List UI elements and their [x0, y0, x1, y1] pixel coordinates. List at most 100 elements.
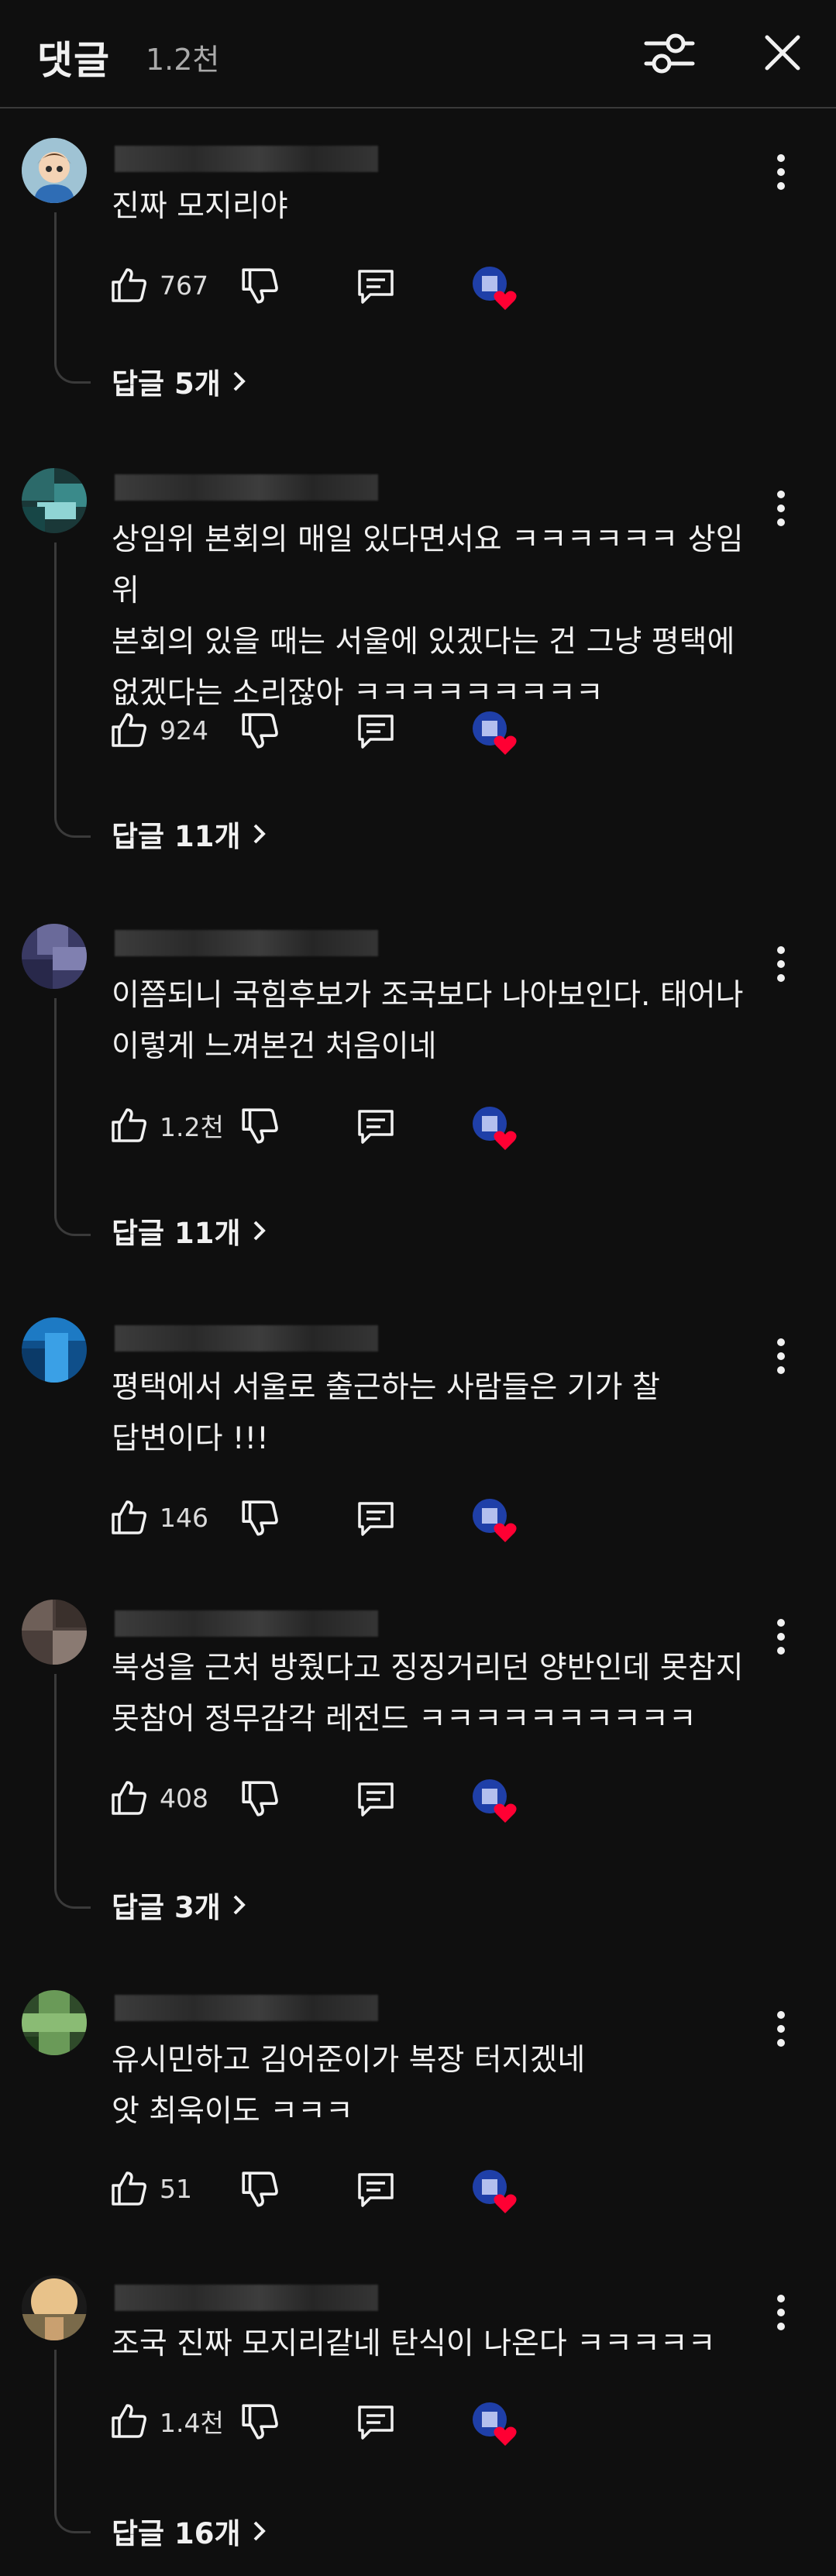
replies-label: 답글 16개: [112, 2517, 241, 2550]
like-button[interactable]: 146: [108, 1494, 208, 1541]
more-options-icon[interactable]: [772, 942, 790, 986]
close-icon[interactable]: [758, 28, 807, 77]
like-button[interactable]: 1.2천: [108, 1102, 224, 1149]
comment-text: 조국 진짜 모지리같네 탄식이 나온다 ㅋㅋㅋㅋㅋ: [112, 2326, 716, 2361]
comment-text: 상임위 본회의 매일 있다면서요 ㅋㅋㅋㅋㅋㅋ 상임위 본회의 있을 때는 서울…: [112, 522, 744, 711]
avatar[interactable]: [22, 468, 87, 533]
creator-heart-icon: [471, 1778, 521, 1824]
creator-heart-icon: [471, 2168, 521, 2215]
comment-actions: 51: [108, 2165, 651, 2215]
reply-icon[interactable]: [355, 265, 397, 307]
view-replies-button[interactable]: 답글 11개: [112, 1207, 267, 1254]
view-replies-button[interactable]: 답글 3개: [112, 1882, 247, 1928]
chevron-right-icon: [253, 1221, 266, 1241]
chevron-right-icon: [253, 2521, 266, 2541]
view-replies-button[interactable]: 답글 16개: [112, 2508, 267, 2554]
like-button[interactable]: 51: [108, 2165, 192, 2212]
chevron-right-icon: [233, 371, 246, 391]
more-options-icon[interactable]: [772, 1334, 790, 1378]
header-title: 댓글: [37, 38, 110, 83]
dislike-icon[interactable]: [239, 1497, 280, 1539]
creator-heart-icon: [471, 710, 521, 756]
avatar[interactable]: [22, 1317, 87, 1383]
like-count: 51: [160, 2173, 192, 2204]
dislike-icon[interactable]: [239, 1778, 280, 1820]
comment-actions: 408: [108, 1775, 651, 1824]
comments-header: 댓글 1.2천: [0, 0, 836, 108]
creator-heart-icon: [471, 2401, 521, 2447]
more-options-icon[interactable]: [772, 1615, 790, 1658]
view-replies-button[interactable]: 답글 11개: [112, 811, 267, 857]
avatar[interactable]: [22, 924, 87, 989]
replies-label: 답글 3개: [112, 1891, 221, 1924]
view-replies-button[interactable]: 답글 5개: [112, 358, 247, 405]
author-name[interactable]: [115, 146, 378, 172]
comment-text: 북성을 근처 방줬다고 징징거리던 양반인데 못참지 못참어 정무감각 레전드 …: [112, 1651, 744, 1737]
more-options-icon[interactable]: [772, 2007, 790, 2051]
like-button[interactable]: 767: [108, 262, 208, 308]
comment-count: 1.2천: [146, 43, 220, 77]
author-name[interactable]: [115, 930, 378, 956]
comment-text: 유시민하고 김어준이가 복장 터지겠네 앗 최욱이도 ㅋㅋㅋ: [112, 2043, 586, 2129]
thumbs-up-icon: [112, 713, 146, 747]
reply-icon[interactable]: [355, 2168, 397, 2210]
filter-icon[interactable]: [642, 28, 697, 77]
author-name[interactable]: [115, 474, 378, 501]
replies-label: 답글 11개: [112, 1217, 241, 1250]
dislike-icon[interactable]: [239, 1105, 280, 1147]
comment-text: 진짜 모지리야: [112, 189, 288, 224]
reply-icon[interactable]: [355, 1497, 397, 1539]
comment-actions: 924: [108, 707, 651, 756]
author-name[interactable]: [115, 1995, 378, 2021]
replies-label: 답글 11개: [112, 820, 241, 853]
dislike-icon[interactable]: [239, 265, 280, 307]
dislike-icon[interactable]: [239, 2401, 280, 2443]
avatar[interactable]: [22, 1600, 87, 1665]
like-count: 1.2천: [160, 1112, 224, 1142]
like-count: 408: [160, 1782, 208, 1813]
avatar[interactable]: [22, 138, 87, 203]
like-button[interactable]: 408: [108, 1775, 208, 1821]
comment-actions: 146: [108, 1494, 651, 1544]
reply-icon[interactable]: [355, 710, 397, 752]
thumbs-up-icon: [112, 268, 146, 302]
dislike-icon[interactable]: [239, 2168, 280, 2210]
thumbs-up-icon: [112, 1781, 146, 1815]
creator-heart-icon: [471, 1105, 521, 1152]
like-count: 146: [160, 1502, 208, 1533]
thumbs-up-icon: [112, 1108, 146, 1142]
author-name[interactable]: [115, 1325, 378, 1352]
like-count: 1.4천: [160, 2408, 224, 2438]
like-count: 924: [160, 715, 208, 746]
like-button[interactable]: 924: [108, 707, 208, 753]
comment-actions: 1.2천: [108, 1102, 651, 1152]
thumbs-up-icon: [112, 2404, 146, 2438]
reply-icon[interactable]: [355, 1778, 397, 1820]
chevron-right-icon: [233, 1895, 246, 1915]
comment-actions: 1.4천: [108, 2398, 651, 2447]
more-options-icon[interactable]: [772, 487, 790, 530]
replies-label: 답글 5개: [112, 367, 221, 401]
creator-heart-icon: [471, 1497, 521, 1544]
thread-line: [54, 998, 91, 1236]
thread-line: [54, 1674, 91, 1909]
author-name[interactable]: [115, 1610, 378, 1637]
dislike-icon[interactable]: [239, 710, 280, 752]
author-name[interactable]: [115, 2285, 378, 2311]
thumbs-up-icon: [112, 2171, 146, 2206]
like-button[interactable]: 1.4천: [108, 2398, 224, 2444]
avatar[interactable]: [22, 1990, 87, 2055]
thread-line: [54, 2350, 91, 2533]
reply-icon[interactable]: [355, 1105, 397, 1147]
thumbs-up-icon: [112, 1500, 146, 1534]
reply-icon[interactable]: [355, 2401, 397, 2443]
comment-text: 평택에서 서울로 출근하는 사람들은 기가 찰 답변이다 !!!: [112, 1370, 660, 1456]
more-options-icon[interactable]: [772, 150, 790, 194]
thread-line: [54, 212, 91, 384]
avatar[interactable]: [22, 2275, 87, 2340]
more-options-icon[interactable]: [772, 2291, 790, 2334]
comment-actions: 767: [108, 262, 651, 310]
thread-line: [54, 542, 91, 838]
like-count: 767: [160, 270, 208, 301]
comment-text: 이쯤되니 국힘후보가 조국보다 나아보인다. 태어나 이렇게 느껴본건 처음이네: [112, 978, 744, 1064]
